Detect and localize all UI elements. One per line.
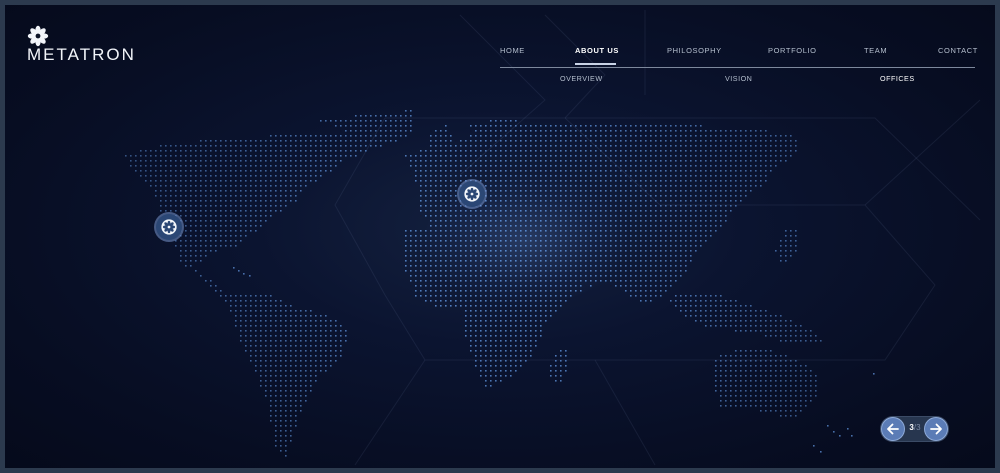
pager-counter: 3/3 <box>905 423 925 432</box>
subnav-item-overview[interactable]: OVERVIEW <box>560 74 603 83</box>
pager-next-button[interactable] <box>925 418 947 440</box>
flower-emblem-icon <box>464 186 480 202</box>
subnav-item-offices[interactable]: OFFICES <box>880 74 915 83</box>
nav-item-about-us[interactable]: ABOUT US <box>575 46 619 55</box>
pager: 3/3 <box>881 417 948 441</box>
main-nav: HOME ABOUT US PHILOSOPHY PORTFOLIO TEAM … <box>500 43 978 68</box>
flower-emblem-icon <box>161 219 177 235</box>
nav-item-home[interactable]: HOME <box>500 46 525 55</box>
nav-item-contact[interactable]: CONTACT <box>938 46 978 55</box>
page-frame: METATRON HOME ABOUT US PHILOSOPHY PORTFO… <box>0 0 1000 473</box>
nav-active-indicator <box>575 63 616 65</box>
nav-item-philosophy[interactable]: PHILOSOPHY <box>667 46 722 55</box>
flower-emblem-icon <box>27 25 49 47</box>
arrow-right-icon <box>930 423 942 435</box>
map-dot-grid <box>125 110 875 457</box>
logo[interactable]: METATRON <box>27 25 136 65</box>
arrow-left-icon <box>887 423 899 435</box>
pager-prev-button[interactable] <box>882 418 904 440</box>
nav-item-team[interactable]: TEAM <box>864 46 887 55</box>
subnav-item-vision[interactable]: VISION <box>725 74 752 83</box>
brand-name: METATRON <box>27 45 136 64</box>
world-map-dots <box>125 110 875 457</box>
office-marker-west-coast[interactable] <box>156 214 182 240</box>
nav-item-portfolio[interactable]: PORTFOLIO <box>768 46 817 55</box>
pager-total: 3 <box>916 423 921 432</box>
office-marker-europe[interactable] <box>459 181 485 207</box>
